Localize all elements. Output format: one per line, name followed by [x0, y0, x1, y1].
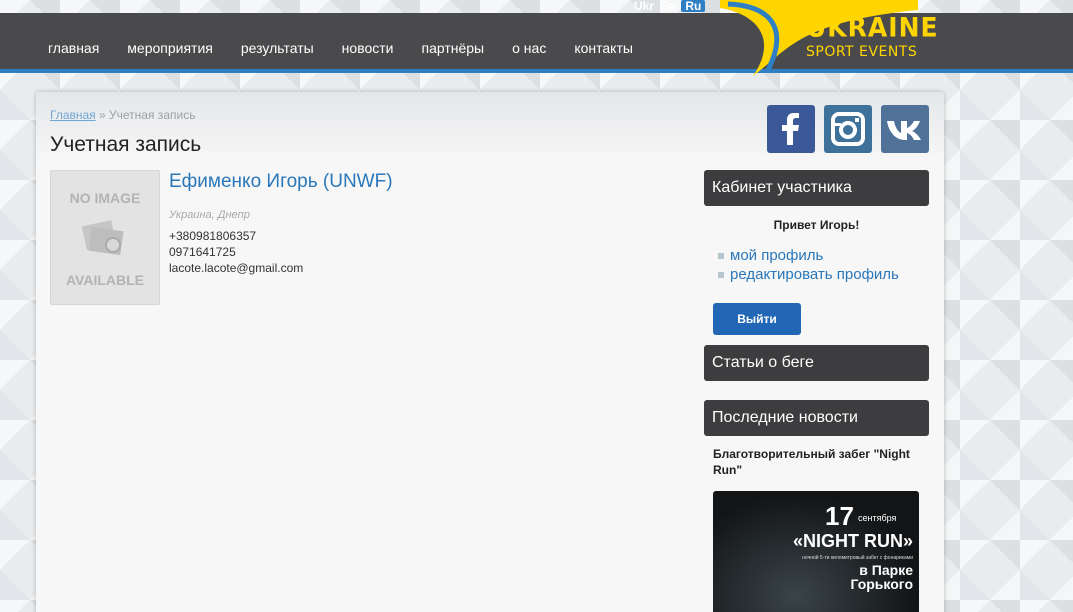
lang-en[interactable]: En	[660, 0, 675, 12]
lang-ukr[interactable]: Ukr	[634, 0, 654, 12]
photo-icon	[81, 220, 124, 256]
poster-title: «NIGHT RUN»	[792, 531, 913, 551]
articles-header[interactable]: Статьи о беге	[704, 345, 929, 381]
main-nav: главная мероприятия результаты новости п…	[48, 40, 661, 56]
nav-contacts[interactable]: контакты	[574, 40, 633, 56]
nav-home[interactable]: главная	[48, 40, 99, 56]
bullet-icon	[718, 253, 724, 260]
nav-news[interactable]: новости	[342, 40, 394, 56]
poster-subtitle: ночной 5-ти километровый забег с фонарик…	[802, 555, 913, 561]
lang-ru[interactable]: Ru	[681, 0, 706, 12]
breadcrumb-separator: »	[95, 108, 110, 122]
bullet-icon	[718, 272, 724, 279]
nav-about[interactable]: о нас	[512, 40, 546, 56]
user-email: lacote.lacote@gmail.com	[169, 261, 304, 275]
logo-text-ukraine[interactable]: UKRAINE	[806, 12, 939, 42]
nav-results[interactable]: результаты	[241, 40, 314, 56]
news-item-title[interactable]: Благотворительный забег "Night Run"	[713, 446, 923, 478]
my-profile-label: мой профиль	[730, 247, 824, 264]
logout-button[interactable]: Выйти	[713, 303, 801, 335]
avatar-placeholder: NO IMAGE AVAILABLE	[50, 170, 160, 305]
user-name: Ефименко Игорь (UNWF)	[169, 171, 393, 192]
breadcrumb: Главная » Учетная запись	[50, 108, 195, 122]
avatar-text-bottom: AVAILABLE	[65, 272, 145, 288]
facebook-icon[interactable]	[767, 105, 815, 153]
instagram-icon[interactable]	[824, 105, 872, 153]
poster-month: сентября	[858, 513, 897, 523]
vk-icon[interactable]	[881, 105, 929, 153]
logo-text-sport-events[interactable]: SPORT EVENTS	[806, 44, 917, 60]
news-poster-image[interactable]: 17 сентября «NIGHT RUN» ночной 5-ти кило…	[713, 491, 919, 612]
nav-events[interactable]: мероприятия	[127, 40, 213, 56]
breadcrumb-current: Учетная запись	[109, 108, 196, 122]
user-phone-2: 0971641725	[169, 245, 236, 259]
avatar-text-top: NO IMAGE	[69, 190, 141, 206]
user-location: Украина, Днепр	[169, 209, 250, 221]
page-title: Учетная запись	[50, 133, 202, 156]
edit-profile-label: редактировать профиль	[730, 266, 899, 283]
poster-day: 17	[825, 501, 854, 531]
nav-partners[interactable]: партнёры	[422, 40, 485, 56]
breadcrumb-home-link[interactable]: Главная	[50, 108, 96, 122]
user-phone-1: +380981806357	[169, 229, 257, 243]
content-panel: Главная » Учетная запись Учетная запись …	[36, 92, 944, 612]
latest-news-header: Последние новости	[704, 400, 929, 436]
poster-place: в Парке Горького	[850, 562, 913, 592]
my-profile-link[interactable]: мой профиль	[718, 247, 823, 264]
edit-profile-link[interactable]: редактировать профиль	[718, 266, 899, 283]
greeting-text: Привет Игорь!	[773, 218, 860, 232]
language-switcher: Ukr En Ru	[634, 0, 706, 12]
cabinet-header: Кабинет участника	[704, 170, 929, 206]
